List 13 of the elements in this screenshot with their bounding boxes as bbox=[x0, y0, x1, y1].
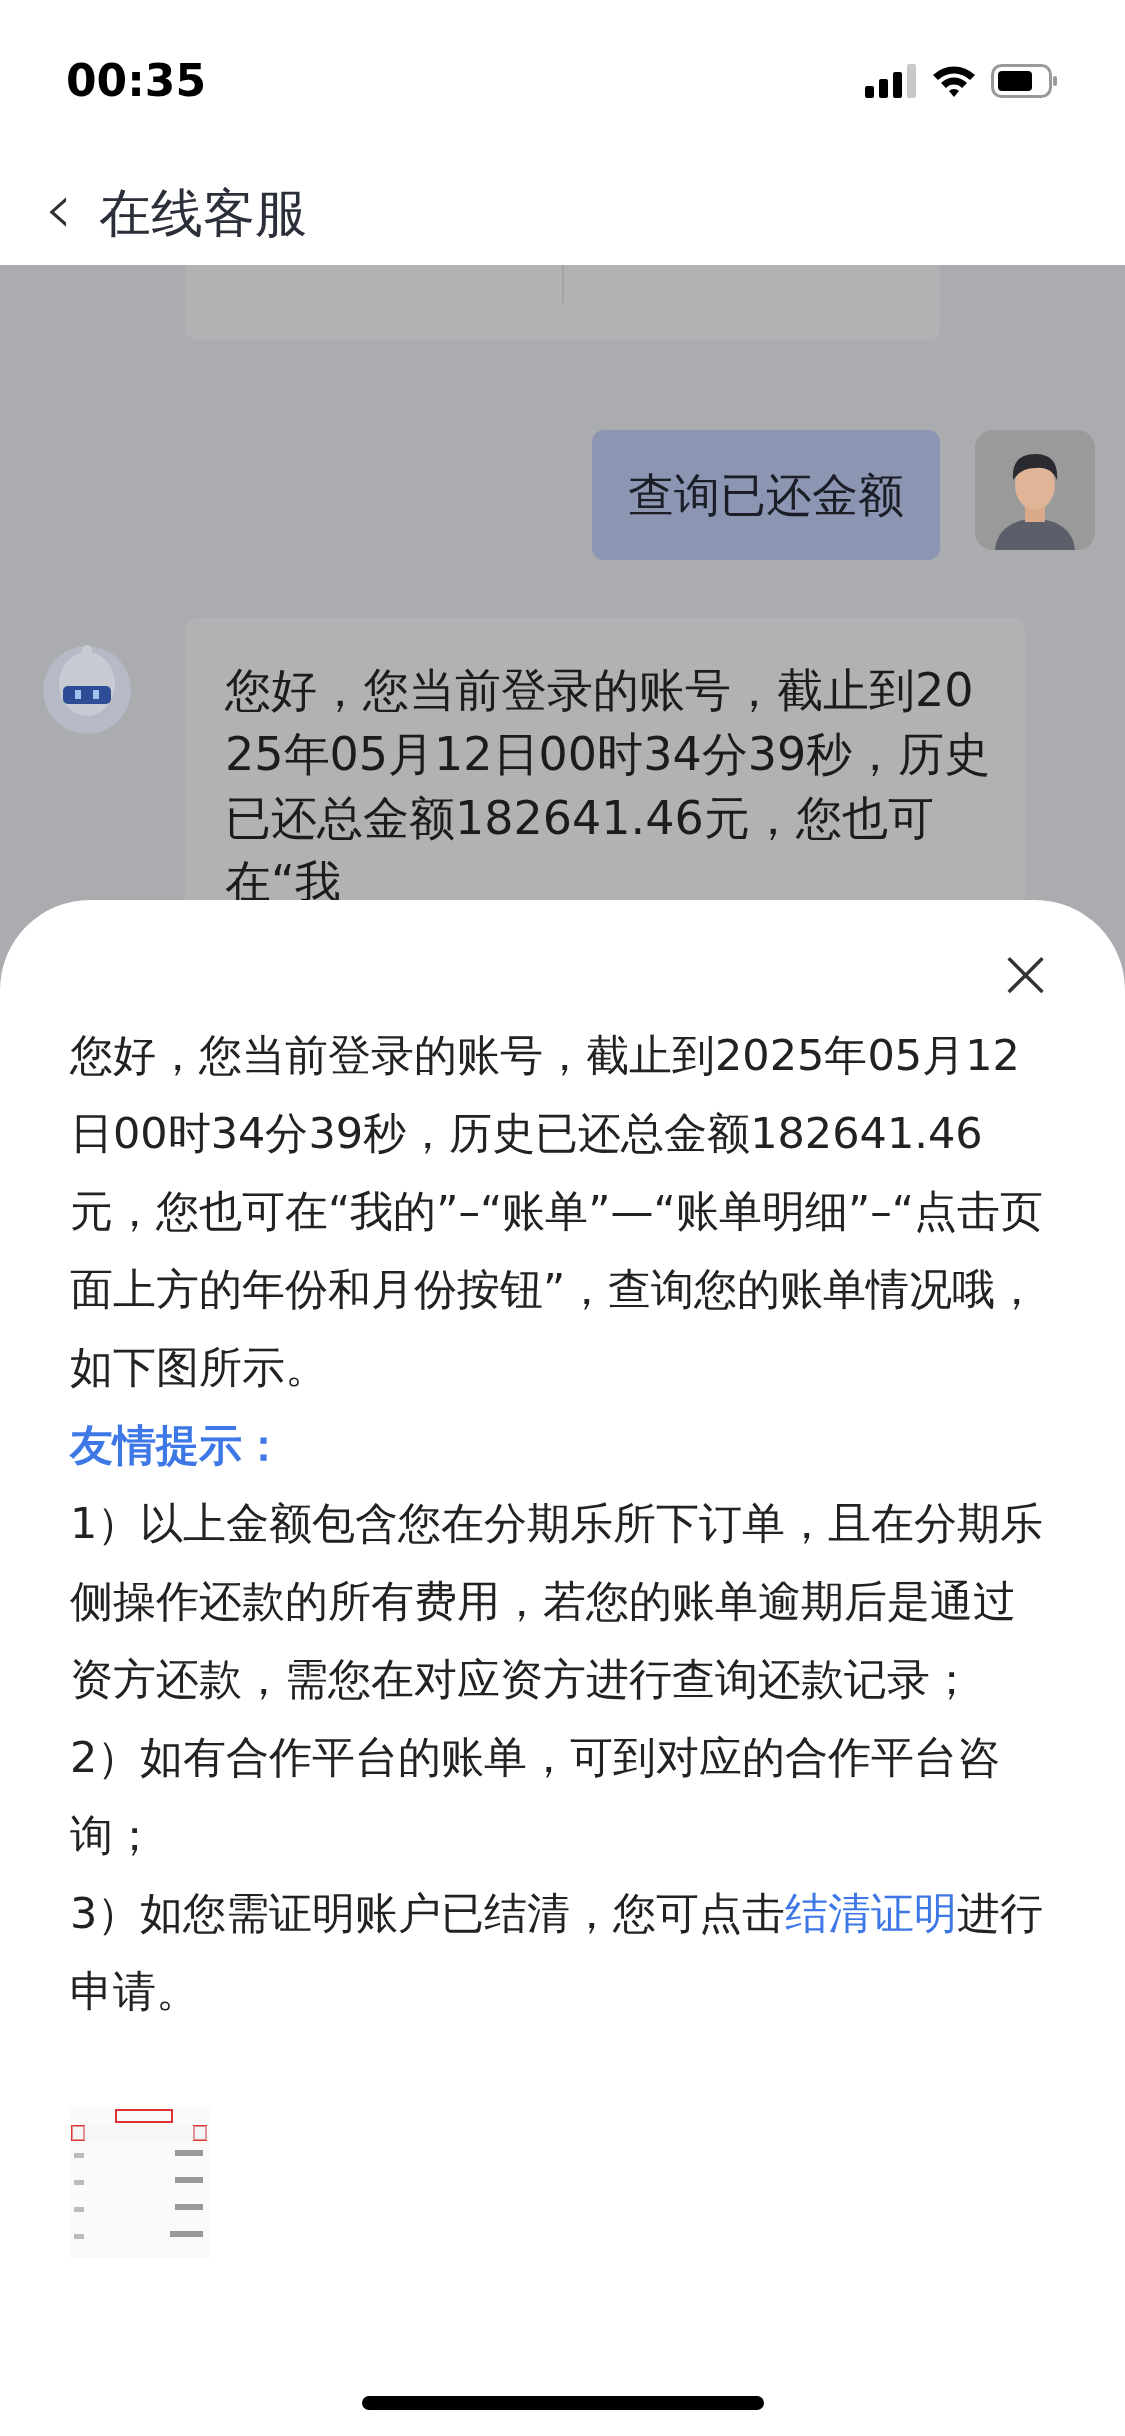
settlement-proof-link[interactable]: 结清证明 bbox=[785, 1888, 958, 1938]
tip-text: 3）如您需证明账户已结清，您可点击结清证明进行申请。 bbox=[70, 1887, 1045, 2018]
tip-heading: 友情提示： bbox=[70, 1419, 286, 1472]
page-title: 在线客服 bbox=[98, 181, 307, 245]
user-message-bubble: 查询已还金额 bbox=[592, 430, 940, 560]
wifi-icon bbox=[931, 64, 977, 98]
back-button[interactable]: ‹ bbox=[44, 171, 73, 254]
reply-text: 您好，您当前登录的账号，截止到2025年05月12日00时34分39秒，历史已还总金额182641.46元，您也可在“我的”–“账单”—“账单明细”–“点击页面上方的年份和月份按钮”，查询您的账单情况哦，如下图所示。 bbox=[70, 1029, 1044, 1394]
signal-icon bbox=[865, 64, 917, 98]
status-time: 00:35 bbox=[66, 54, 207, 108]
battery-icon bbox=[991, 64, 1059, 98]
tip-text: 1）以上金额包含您在分期乐所下订单，且在分期乐侧操作还款的所有费用，若您的账单逾期后是通过资方还款，需您在对应资方进行查询还款记录； bbox=[70, 1497, 1045, 1706]
tip-text: 2）如有合作平台的账单，可到对应的合作平台咨询； bbox=[70, 1731, 1002, 1862]
